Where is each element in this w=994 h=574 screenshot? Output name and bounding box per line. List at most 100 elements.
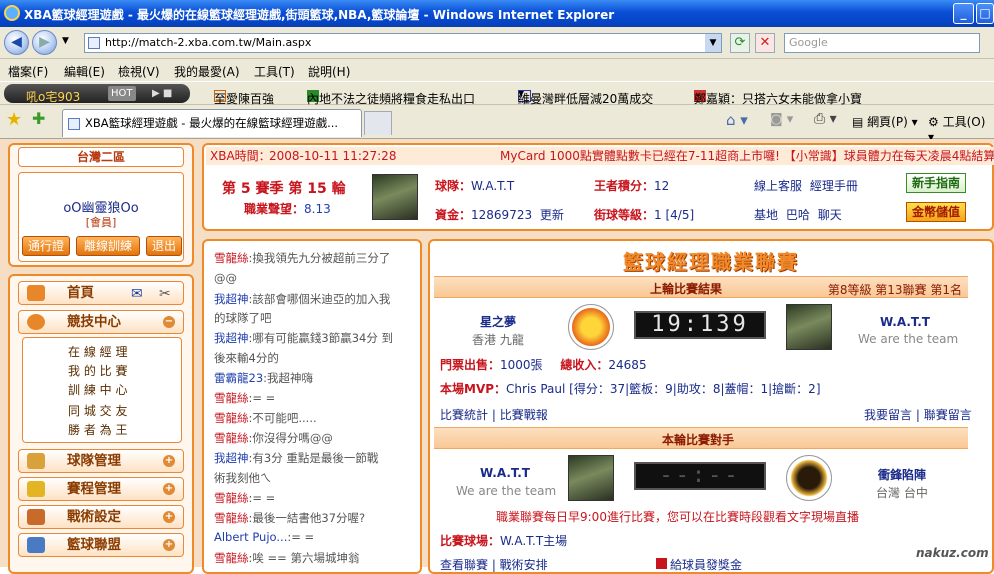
- chat-user[interactable]: 雪龍絲: [214, 251, 249, 265]
- tab-active[interactable]: XBA籃球經理遊戲 - 最火爆的在線籃球經理遊戲...: [62, 109, 362, 137]
- logout-button[interactable]: 退出: [146, 236, 182, 256]
- sub-item-training[interactable]: 訓 練 中 心: [68, 381, 127, 398]
- nav-schedule[interactable]: 賽程管理 +: [18, 477, 184, 501]
- base-link[interactable]: 基地: [754, 208, 778, 222]
- menu-tools[interactable]: 工具(T): [254, 63, 295, 80]
- tools-icon[interactable]: ✂: [159, 283, 171, 305]
- offline-training-button[interactable]: 離線訓練: [76, 236, 140, 256]
- chat-text: := =: [287, 530, 315, 544]
- home-team-logo[interactable]: [568, 304, 614, 350]
- mail-icon[interactable]: ✉: [131, 283, 143, 305]
- address-dropdown-icon[interactable]: ▼: [705, 34, 721, 52]
- bonus-link[interactable]: 給球員發獎金: [656, 556, 742, 573]
- chat-line: 雪龍絲:你沒得分嗎@@: [214, 430, 333, 446]
- chat-user[interactable]: 雪龍絲: [214, 551, 249, 565]
- radio-badge[interactable]: 吼o宅903 HOT ▶ ■: [4, 84, 190, 104]
- expand-icon[interactable]: +: [163, 539, 175, 551]
- chat-user[interactable]: 雪龍絲: [214, 391, 249, 405]
- menu-help[interactable]: 說明(H): [308, 63, 350, 80]
- gold-topup-button[interactable]: 金幣儲值: [906, 202, 966, 222]
- league-board-link[interactable]: 聯賽留言: [924, 408, 972, 422]
- collapse-icon[interactable]: −: [163, 316, 175, 328]
- maximize-button[interactable]: □: [976, 3, 994, 24]
- chat-line: 雪龍絲:唉 == 第六場城坤翁: [214, 550, 359, 566]
- menu-view[interactable]: 檢視(V): [118, 63, 160, 80]
- menu-file[interactable]: 檔案(F): [8, 63, 48, 80]
- next-away-logo[interactable]: [786, 455, 832, 501]
- manual-link[interactable]: 經理手冊: [810, 179, 858, 193]
- sub-item-winner[interactable]: 勝 者 為 王: [68, 421, 127, 438]
- menu-favorites[interactable]: 我的最愛(A): [174, 63, 240, 80]
- address-input[interactable]: http://match-2.xba.com.tw/Main.aspx ▼: [84, 33, 722, 53]
- feeds-icon[interactable]: ◙ ▾: [770, 112, 793, 127]
- play-icon[interactable]: ▶ ■: [152, 84, 172, 103]
- match-report-link[interactable]: 比賽戰報: [500, 408, 548, 422]
- nav-team[interactable]: 球隊管理 +: [18, 449, 184, 473]
- nav-league[interactable]: 籃球聯盟 +: [18, 533, 184, 557]
- time-label: XBA時間：: [210, 149, 271, 163]
- new-tab-button[interactable]: [364, 111, 392, 135]
- away-team-name[interactable]: W.A.T.T: [880, 315, 930, 329]
- chat-user[interactable]: 雪龍絲: [214, 411, 249, 425]
- bahamut-link[interactable]: 巴哈: [786, 208, 810, 222]
- favorites-star-icon[interactable]: ★: [6, 109, 22, 130]
- expand-icon[interactable]: +: [163, 483, 175, 495]
- ticket-label: 門票出售：: [440, 358, 501, 372]
- message-links: 我要留言 | 聯賽留言: [864, 408, 972, 422]
- link-4[interactable]: 鄭嘉穎：只搭六女未能做拿小寶 ▾: [694, 86, 862, 106]
- menu-edit[interactable]: 編輯(E): [64, 63, 105, 80]
- minimize-button[interactable]: _: [953, 3, 974, 24]
- sub-item-online-manager[interactable]: 在 線 經 理: [68, 343, 127, 360]
- marquee-text[interactable]: MyCard 1000點實體點數卡已經在7-11超商上市囉! 【小常識】球員體力…: [500, 147, 994, 165]
- chat-user[interactable]: 我超神: [214, 331, 249, 345]
- link-2[interactable]: 內地不法之徒頻將糧食走私出口 ▾: [307, 86, 475, 106]
- bottom-left-links[interactable]: 查看聯賽 | 戰術安排: [440, 556, 548, 573]
- home-icon[interactable]: ⌂ ▾: [726, 111, 748, 129]
- leave-message-link[interactable]: 我要留言: [864, 408, 912, 422]
- chat-link[interactable]: 聊天: [818, 208, 842, 222]
- next-home-team[interactable]: W.A.T.T: [480, 466, 530, 480]
- newbie-guide-button[interactable]: 新手指南: [906, 173, 966, 193]
- expand-icon[interactable]: +: [163, 455, 175, 467]
- match-stats-link[interactable]: 比賽統計: [440, 408, 488, 422]
- history-dropdown-icon[interactable]: ▼: [62, 36, 69, 46]
- forward-button[interactable]: ▶: [32, 30, 57, 55]
- page-menu[interactable]: ▤ 網頁(P) ▾: [852, 113, 918, 130]
- chat-user[interactable]: 雪龍絲: [214, 511, 249, 525]
- manager-avatar[interactable]: [372, 174, 418, 220]
- chat-user[interactable]: 我超神: [214, 292, 249, 306]
- sub-item-friends[interactable]: 同 城 交 友: [68, 402, 127, 419]
- search-input[interactable]: Google: [784, 33, 980, 53]
- next-away-team[interactable]: 衝鋒陷陣: [878, 466, 926, 483]
- expand-icon[interactable]: +: [163, 511, 175, 523]
- customer-service-link[interactable]: 線上客服: [754, 179, 802, 193]
- chat-user[interactable]: Albert Pujo...: [214, 530, 287, 544]
- link-3[interactable]: 維曼灣畔低層減20萬成交 ▾: [518, 86, 653, 106]
- update-link[interactable]: 更新: [540, 208, 564, 222]
- chat-user[interactable]: 雪龍絲: [214, 491, 249, 505]
- team-value[interactable]: W.A.T.T: [471, 179, 514, 193]
- region-label: 台灣二區: [18, 147, 184, 167]
- stop-button[interactable]: ✕: [755, 33, 775, 53]
- print-icon[interactable]: ⎙ ▾: [814, 111, 837, 127]
- back-button[interactable]: ◀: [4, 30, 29, 55]
- nav-home[interactable]: 首頁 ✉ ✂: [18, 281, 184, 305]
- add-favorites-icon[interactable]: ✚: [32, 109, 45, 128]
- tab-bar: ★ ✚ XBA籃球經理遊戲 - 最火爆的在線籃球經理遊戲... ⌂ ▾ ◙ ▾ …: [0, 105, 994, 144]
- chat-user[interactable]: 雪龍絲: [214, 431, 249, 445]
- basketball-icon: [27, 314, 45, 330]
- dollar-icon: [656, 558, 667, 569]
- home-team-name[interactable]: 星之夢: [480, 313, 516, 330]
- refresh-button[interactable]: ⟳: [730, 33, 750, 53]
- ie-icon: [4, 5, 20, 21]
- sub-item-my-games[interactable]: 我 的 比 賽: [68, 362, 127, 379]
- away-team-avatar[interactable]: [786, 304, 832, 350]
- nav-competition[interactable]: 競技中心 −: [18, 310, 184, 334]
- chat-user[interactable]: 雷霸龍23: [214, 371, 263, 385]
- next-home-avatar[interactable]: [568, 455, 614, 501]
- chat-text: :不可能吧.....: [248, 411, 317, 425]
- passport-button[interactable]: 通行證: [22, 236, 70, 256]
- nav-tactics[interactable]: 戰術設定 +: [18, 505, 184, 529]
- chat-line: 雪龍絲:最後一結書他37分喔?: [214, 510, 365, 526]
- chat-user[interactable]: 我超神: [214, 451, 249, 465]
